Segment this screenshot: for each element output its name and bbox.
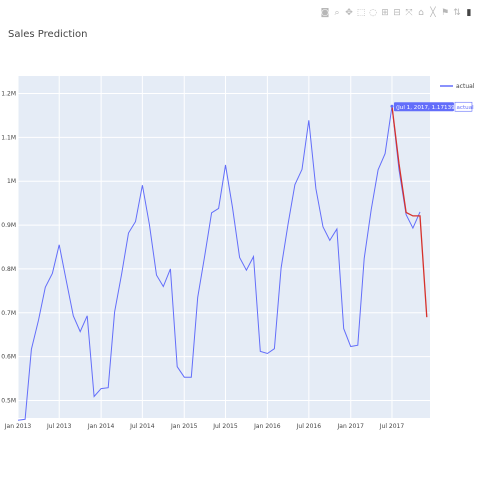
x-tick-label: Jul 2013 <box>46 423 72 430</box>
x-tick-label: Jan 2016 <box>253 423 281 430</box>
x-tick-label: Jul 2014 <box>129 423 155 430</box>
plot-area[interactable] <box>18 76 430 418</box>
legend-label[interactable]: actual <box>456 83 475 90</box>
hover-point <box>390 104 394 108</box>
x-tick-label: Jul 2015 <box>212 423 238 430</box>
y-tick-label: 1.1M <box>1 134 16 141</box>
x-tick-label: Jan 2014 <box>87 423 115 430</box>
y-tick-label: 1.2M <box>1 91 16 98</box>
x-tick-label: Jan 2017 <box>337 423 365 430</box>
x-tick-label: Jan 2013 <box>4 423 32 430</box>
y-tick-label: 0.6M <box>1 354 16 361</box>
y-tick-label: 0.5M <box>1 397 16 404</box>
y-tick-label: 0.8M <box>1 266 16 273</box>
x-tick-label: Jan 2015 <box>170 423 198 430</box>
x-tick-label: Jul 2017 <box>379 423 405 430</box>
hover-series-text: actual <box>456 105 474 111</box>
y-tick-label: 1M <box>7 178 16 185</box>
y-tick-label: 0.7M <box>1 310 16 317</box>
x-tick-label: Jul 2016 <box>296 423 322 430</box>
y-tick-label: 0.9M <box>1 222 16 229</box>
chart[interactable]: 0.5M 0.6M 0.7M 0.8M 0.9M 1M 1.1M 1.2M Jan 2013 Ju… <box>0 0 480 480</box>
